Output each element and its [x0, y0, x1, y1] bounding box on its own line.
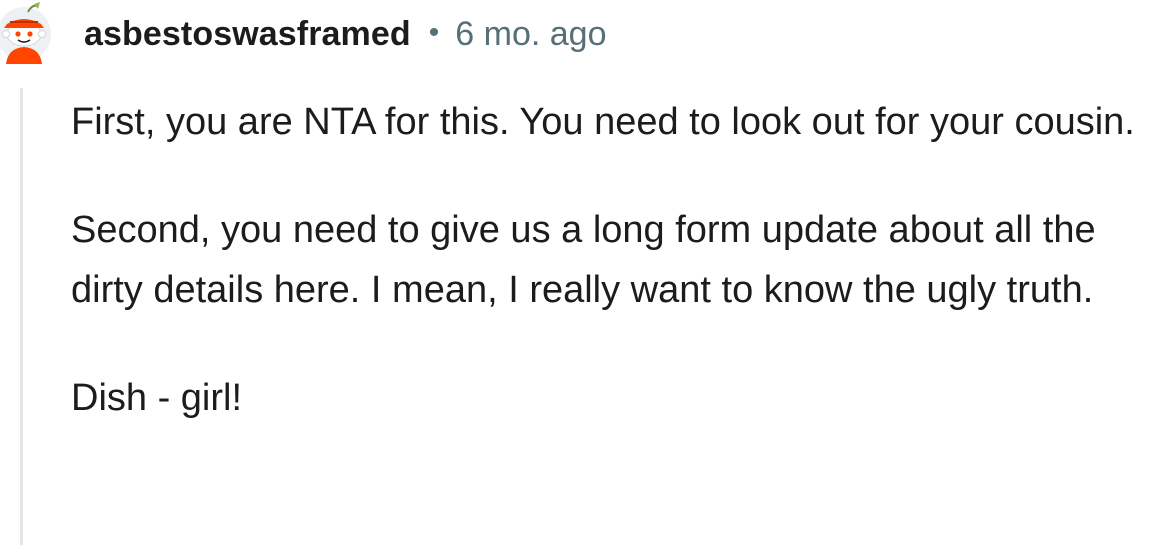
- comment-meta: asbestoswasframed • 6 mo. ago: [84, 12, 606, 56]
- comment-body: First, you are NTA for this. You need to…: [71, 92, 1146, 476]
- comment-paragraph: Dish - girl!: [71, 377, 243, 419]
- snoo-avatar-icon: [0, 2, 51, 64]
- comment-paragraph: Second, you need to give us a long form …: [71, 209, 1096, 311]
- meta-separator: •: [428, 16, 440, 49]
- comment-timestamp[interactable]: 6 mo. ago: [455, 15, 606, 54]
- comment-card: asbestoswasframed • 6 mo. ago First, you…: [0, 0, 1153, 545]
- comment-paragraph: First, you are NTA for this. You need to…: [71, 101, 1135, 143]
- author-username[interactable]: asbestoswasframed: [84, 15, 411, 54]
- thread-line[interactable]: [20, 88, 23, 545]
- user-avatar[interactable]: [0, 0, 62, 68]
